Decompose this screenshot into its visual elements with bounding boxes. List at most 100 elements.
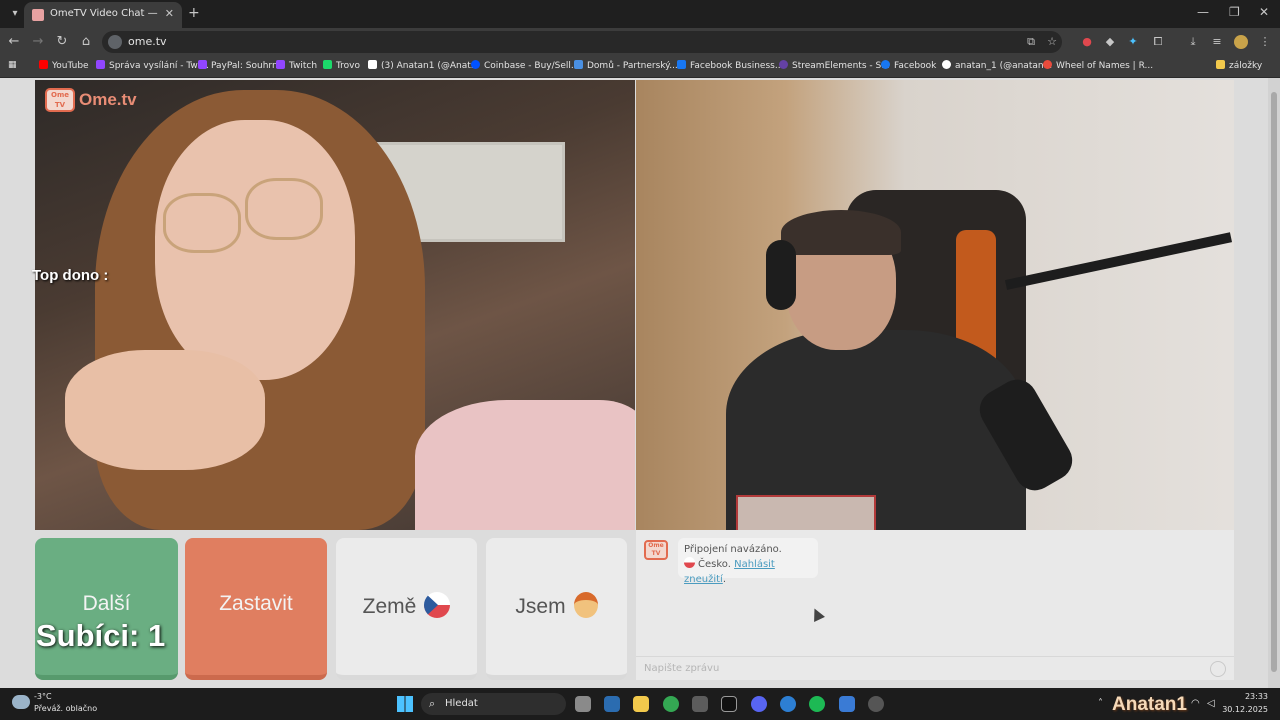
- wifi-icon[interactable]: ◠: [1191, 698, 1200, 709]
- boy-emoji-icon: [573, 592, 598, 618]
- bookmark-item[interactable]: Twitch: [276, 60, 317, 71]
- youtube-icon: [39, 60, 48, 69]
- next-button-label: Další: [82, 592, 131, 615]
- bookmark-label: PayPal: Souhrn: [211, 61, 278, 71]
- task-view-icon[interactable]: [575, 696, 591, 712]
- subscribers-overlay: Subíci: 1: [36, 618, 166, 653]
- bookmark-label: YouTube: [52, 61, 89, 71]
- streamelements-icon: [779, 60, 788, 69]
- search-label: Hledat: [445, 698, 478, 709]
- clock-date[interactable]: 30.12.2025: [1222, 705, 1268, 714]
- spotify-icon[interactable]: [809, 696, 825, 712]
- bookmark-label: Facebook Business...: [690, 61, 784, 71]
- bookmark-item[interactable]: StreamElements - S...: [779, 60, 890, 71]
- extensions-puzzle-icon[interactable]: ⧠: [1151, 35, 1165, 49]
- search-icon: ⌕: [429, 697, 436, 710]
- emoji-icon[interactable]: [1210, 661, 1226, 677]
- reload-icon[interactable]: ↻: [54, 34, 70, 49]
- stranger-shirt: [415, 400, 635, 530]
- self-video: [636, 80, 1234, 530]
- clock-time[interactable]: 23:33: [1245, 692, 1268, 701]
- weather-cloud-icon[interactable]: [12, 695, 30, 709]
- wheel-icon: [1043, 60, 1052, 69]
- home-icon[interactable]: ⌂: [78, 34, 94, 49]
- extension-icon[interactable]: ●: [1080, 35, 1094, 49]
- country-button[interactable]: Země: [336, 538, 477, 680]
- extension-icon[interactable]: ◆: [1103, 35, 1117, 49]
- meta-icon: [677, 60, 686, 69]
- bookmark-label: Coinbase - Buy/Sell...: [484, 61, 580, 71]
- bookmark-item[interactable]: YouTube: [39, 60, 89, 71]
- maximize-icon[interactable]: ❐: [1229, 5, 1240, 19]
- discord-icon[interactable]: [751, 696, 767, 712]
- back-icon[interactable]: ←: [6, 34, 22, 49]
- streamer-watermark: Anatan1: [1112, 694, 1187, 715]
- stranger-video: Ome TV Ome.tv: [35, 80, 635, 530]
- page-scrollbar[interactable]: [1268, 78, 1280, 688]
- bookmark-folder[interactable]: záložky: [1216, 60, 1262, 71]
- bookmark-star-icon[interactable]: ☆: [1045, 35, 1059, 49]
- message-input[interactable]: Napište zprávu: [636, 656, 1234, 680]
- download-icon[interactable]: ⤓: [1186, 35, 1200, 49]
- trovo-icon: [323, 60, 332, 69]
- message-placeholder: Napište zprávu: [644, 663, 720, 674]
- bookmark-item[interactable]: Domů - Partnerský...: [574, 60, 678, 71]
- stop-button[interactable]: Zastavit: [185, 538, 327, 680]
- next-button[interactable]: Další: [35, 538, 178, 680]
- bookmark-item[interactable]: Facebook: [881, 60, 936, 71]
- shield-icon[interactable]: [839, 696, 855, 712]
- ometv-chat-logo-icon: Ome TV: [644, 540, 668, 560]
- bookmark-item[interactable]: Coinbase - Buy/Sell...: [471, 60, 580, 71]
- mic-arm: [1004, 232, 1233, 290]
- czech-flag-icon: [424, 592, 451, 618]
- profile-avatar-icon[interactable]: [1234, 35, 1248, 49]
- tab-search-icon[interactable]: ▾: [6, 5, 24, 23]
- bookmark-label: Správa vysílání - Twi...: [109, 61, 209, 71]
- volume-icon[interactable]: ◁: [1207, 698, 1215, 709]
- food-box: [736, 495, 876, 530]
- apps-grid-icon[interactable]: ▦: [8, 60, 17, 70]
- app-icon[interactable]: [868, 696, 884, 712]
- bookmark-label: Twitch: [289, 61, 318, 71]
- new-tab-icon[interactable]: +: [188, 5, 200, 21]
- bookmark-label: StreamElements - S...: [792, 61, 890, 71]
- store-icon[interactable]: [604, 696, 620, 712]
- url-text: ome.tv: [128, 35, 167, 48]
- folder-icon: [1216, 60, 1225, 69]
- partner-icon: [574, 60, 583, 69]
- bookmark-item[interactable]: anatan_1 (@anatan...: [942, 60, 1052, 71]
- self-hair: [781, 210, 901, 255]
- media-control-icon[interactable]: ≡: [1210, 35, 1224, 49]
- app-icon[interactable]: [721, 696, 737, 712]
- close-tab-icon[interactable]: ✕: [165, 7, 174, 20]
- extension-icon[interactable]: ✦: [1126, 35, 1140, 49]
- bookmark-item[interactable]: Facebook Business...: [677, 60, 783, 71]
- bookmark-item[interactable]: PayPal: Souhrn: [198, 60, 278, 71]
- scroll-thumb[interactable]: [1271, 92, 1277, 672]
- tab-ometv[interactable]: OmeTV Video Chat — Ome ✕: [24, 2, 182, 28]
- ometv-page: Ome TV Ome.tv Top dono : Další Zastavit …: [0, 78, 1280, 688]
- forward-icon[interactable]: →: [30, 34, 46, 49]
- file-explorer-icon[interactable]: [633, 696, 649, 712]
- bookmark-item[interactable]: Wheel of Names | R...: [1043, 60, 1153, 71]
- install-app-icon[interactable]: ⧉: [1024, 35, 1038, 49]
- app-icon[interactable]: [780, 696, 796, 712]
- taskbar-search[interactable]: ⌕ Hledat: [421, 693, 566, 715]
- windows-start-icon[interactable]: [397, 696, 413, 712]
- tab-title: OmeTV Video Chat — Ome: [50, 8, 158, 19]
- app-icon[interactable]: [692, 696, 708, 712]
- bookmark-item[interactable]: (3) Anatan1 (@Anat...: [368, 60, 479, 71]
- site-info-icon[interactable]: [108, 35, 122, 49]
- tray-chevron-up-icon[interactable]: ˄: [1098, 698, 1103, 709]
- menu-kebab-icon[interactable]: ⋮: [1258, 35, 1272, 49]
- bookmark-item[interactable]: Trovo: [323, 60, 360, 71]
- bookmark-item[interactable]: Správa vysílání - Twi...: [96, 60, 209, 71]
- stranger-hand: [65, 350, 265, 470]
- taskbar: -3°C Převáž. oblačno ⌕ Hledat ˄ ◠ ◁ 23:3…: [0, 688, 1280, 720]
- gender-button-label: Jsem: [515, 595, 566, 618]
- address-bar[interactable]: ome.tv: [102, 31, 1062, 53]
- close-window-icon[interactable]: ✕: [1259, 5, 1269, 19]
- gender-button[interactable]: Jsem: [486, 538, 627, 680]
- chrome-icon[interactable]: [663, 696, 679, 712]
- minimize-icon[interactable]: —: [1197, 5, 1209, 19]
